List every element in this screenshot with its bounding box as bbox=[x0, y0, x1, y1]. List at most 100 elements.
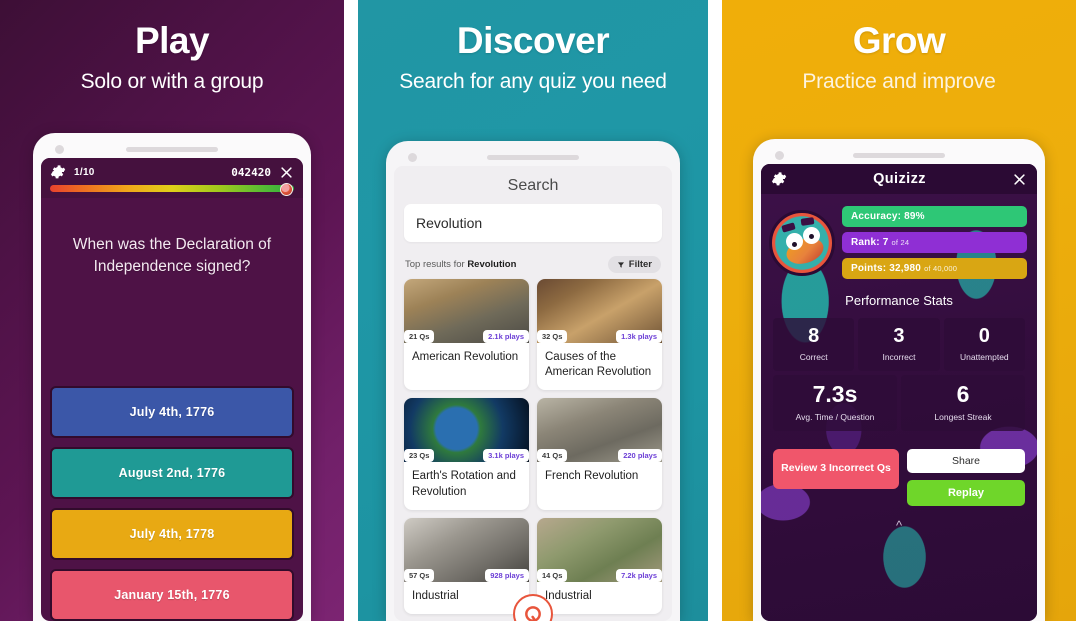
chevron-up-icon[interactable]: ^ bbox=[761, 506, 1037, 533]
results-label-term: Revolution bbox=[467, 259, 517, 270]
score-badges: Accuracy: 89% Rank: 7 of 24 Points: 32,9… bbox=[761, 194, 1037, 279]
panel-discover: Discover Search for any quiz you need Se… bbox=[358, 0, 708, 621]
speaker-bar bbox=[487, 155, 579, 160]
results-label-prefix: Top results for bbox=[405, 259, 468, 270]
quiz-card[interactable]: 32 Qs 1.3k plays Causes of the American … bbox=[537, 279, 662, 391]
quiz-thumbnail: 32 Qs 1.3k plays bbox=[537, 279, 662, 343]
rank-label: Rank: bbox=[851, 237, 880, 248]
quiz-card[interactable]: 23 Qs 3.1k plays Earth's Rotation and Re… bbox=[404, 398, 529, 510]
badge-list: Accuracy: 89% Rank: 7 of 24 Points: 32,9… bbox=[842, 206, 1027, 279]
stat-unattempted: 0 Unattempted bbox=[943, 318, 1025, 371]
avatar-pupil bbox=[809, 233, 814, 239]
close-icon[interactable] bbox=[1012, 172, 1027, 187]
question-counter: 1/10 bbox=[74, 166, 95, 178]
panel-play: Play Solo or with a group 1/10 042420 Wh… bbox=[0, 0, 344, 621]
quiz-thumbnail: 41 Qs 220 plays bbox=[537, 398, 662, 463]
stat-label: Avg. Time / Question bbox=[795, 412, 875, 422]
stat-value: 6 bbox=[956, 381, 970, 407]
stat-longest-streak: 6 Longest Streak bbox=[901, 375, 1025, 431]
results-screen: Quizizz Accuracy: 89% Rank: 7 of 24 Poin… bbox=[761, 164, 1037, 621]
plays-badge: 2.1k plays bbox=[483, 330, 529, 343]
stat-value: 3 bbox=[893, 325, 905, 347]
stat-incorrect: 3 Incorrect bbox=[858, 318, 940, 371]
accuracy-value: 89% bbox=[904, 211, 925, 222]
points-value: 32,980 bbox=[889, 263, 922, 274]
phone-notch bbox=[394, 152, 672, 166]
stats-row: 8 Correct 3 Incorrect 0 Unattempted bbox=[771, 316, 1027, 373]
plays-badge: 7.2k plays bbox=[616, 568, 662, 582]
quiz-card-title: Industrial bbox=[412, 589, 459, 602]
quiz-card[interactable]: 21 Qs 2.1k plays American Revolution bbox=[404, 279, 529, 391]
question-count-badge: 41 Qs bbox=[537, 449, 568, 463]
page-title: Play bbox=[134, 20, 210, 61]
page-subtitle: Practice and improve bbox=[802, 69, 996, 93]
quiz-card[interactable]: 41 Qs 220 plays French Revolution bbox=[537, 398, 662, 510]
stats-row: 7.3s Avg. Time / Question 6 Longest Stre… bbox=[771, 373, 1027, 433]
question-count-badge: 14 Qs bbox=[537, 568, 568, 582]
search-results-grid: 21 Qs 2.1k plays American Revolution 32 … bbox=[394, 279, 672, 614]
speaker-bar bbox=[853, 153, 945, 158]
question-count-badge: 57 Qs bbox=[404, 568, 435, 582]
quiz-option[interactable]: August 2nd, 1776 bbox=[50, 447, 294, 499]
stat-label: Incorrect bbox=[882, 352, 916, 362]
phone-mockup-play: 1/10 042420 When was the Declaration of … bbox=[33, 133, 311, 621]
accuracy-label: Accuracy: bbox=[851, 211, 902, 222]
filter-button[interactable]: Filter bbox=[607, 256, 661, 273]
quiz-thumbnail: 14 Qs 7.2k plays bbox=[537, 517, 662, 582]
results-topbar: Quizizz bbox=[761, 164, 1037, 194]
share-button[interactable]: Share bbox=[907, 449, 1025, 473]
close-icon[interactable] bbox=[279, 165, 294, 180]
quiz-option[interactable]: July 4th, 1776 bbox=[50, 386, 294, 438]
quiz-options-list: July 4th, 1776 August 2nd, 1776 July 4th… bbox=[41, 386, 303, 621]
panel-discover-header: Discover Search for any quiz you need bbox=[358, 0, 708, 94]
quiz-option[interactable]: January 15th, 1776 bbox=[50, 569, 294, 621]
camera-icon bbox=[408, 153, 417, 162]
search-title: Search bbox=[507, 177, 559, 194]
stat-label: Longest Streak bbox=[934, 412, 992, 422]
panel-grow: Grow Practice and improve Quizizz Accura… bbox=[722, 0, 1076, 621]
speaker-bar bbox=[126, 147, 218, 152]
quiz-card[interactable]: 57 Qs 928 plays Industrial bbox=[404, 517, 529, 614]
stat-label: Unattempted bbox=[959, 352, 1009, 362]
plays-badge: 1.3k plays bbox=[616, 330, 662, 343]
panel-grow-header: Grow Practice and improve bbox=[722, 0, 1076, 94]
search-meta-row: Top results for Revolution Filter bbox=[394, 253, 672, 279]
quizizz-wordmark: Quizizz bbox=[873, 171, 926, 187]
accuracy-badge: Accuracy: 89% bbox=[842, 206, 1027, 227]
review-incorrect-button[interactable]: Review 3 Incorrect Qs bbox=[773, 449, 899, 489]
plays-badge: 928 plays bbox=[485, 568, 529, 582]
search-screen: Search Revolution Top results for Revolu… bbox=[394, 166, 672, 621]
quiz-thumbnail: 21 Qs 2.1k plays bbox=[404, 279, 529, 343]
secondary-actions: Share Replay bbox=[907, 449, 1025, 506]
avatar-brow bbox=[781, 221, 796, 233]
search-input[interactable]: Revolution bbox=[404, 204, 662, 242]
rank-suffix: of 24 bbox=[891, 238, 910, 247]
question-count-badge: 21 Qs bbox=[404, 330, 435, 343]
stat-value: 7.3s bbox=[812, 381, 858, 407]
gear-icon[interactable] bbox=[771, 171, 787, 187]
quiz-card-title: Industrial bbox=[545, 589, 592, 602]
camera-icon bbox=[55, 145, 64, 154]
panel-divider bbox=[344, 0, 358, 621]
quiz-card-title: American Revolution bbox=[412, 351, 519, 363]
quiz-question-text: When was the Declaration of Independence… bbox=[72, 236, 272, 275]
replay-button[interactable]: Replay bbox=[907, 480, 1025, 506]
quiz-screen: 1/10 042420 When was the Declaration of … bbox=[41, 158, 303, 621]
stat-value: 8 bbox=[808, 325, 820, 347]
gear-icon[interactable] bbox=[50, 164, 66, 180]
page-title: Discover bbox=[456, 20, 610, 61]
avatar-brow bbox=[800, 216, 815, 226]
quiz-timer: 042420 bbox=[231, 165, 271, 179]
quiz-progress-bar bbox=[41, 183, 303, 198]
quiz-option[interactable]: July 4th, 1778 bbox=[50, 508, 294, 560]
phone-mockup-grow: Quizizz Accuracy: 89% Rank: 7 of 24 Poin… bbox=[753, 139, 1045, 621]
stat-value: 0 bbox=[978, 325, 990, 347]
plays-badge: 3.1k plays bbox=[483, 449, 529, 463]
filter-icon bbox=[617, 261, 624, 268]
quiz-card-title: French Revolution bbox=[545, 470, 639, 483]
quiz-thumbnail: 57 Qs 928 plays bbox=[404, 517, 529, 582]
quiz-card[interactable]: 14 Qs 7.2k plays Industrial bbox=[537, 517, 662, 614]
stat-avg-time: 7.3s Avg. Time / Question bbox=[773, 375, 897, 431]
page-subtitle: Solo or with a group bbox=[80, 69, 264, 93]
camera-icon bbox=[775, 151, 784, 160]
